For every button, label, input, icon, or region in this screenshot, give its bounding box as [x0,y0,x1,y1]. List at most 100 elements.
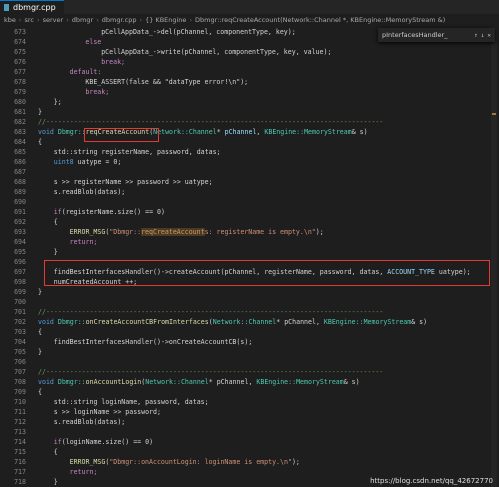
breadcrumb-separator-icon: › [96,16,99,24]
line-number: 675 [14,48,26,56]
code-line: 691 if(registerName.size() == 0) [0,207,499,217]
line-number: 704 [14,338,26,346]
line-number: 684 [14,138,26,146]
code-token: s.readBlob(datas); [53,188,126,196]
breadcrumb-item[interactable]: Dbmgr::reqCreateAccount(Network::Channel… [195,16,445,24]
code-text: findBestInterfacesHandler()->onCreateAcc… [54,337,253,347]
highlight-box-function-name [84,128,159,142]
find-input[interactable]: pInterfacesHandler_ [382,31,471,39]
code-line: 684 { [0,137,499,147]
tab-dbmgr-cpp[interactable]: dbmgr.cpp [0,0,64,14]
code-token: } [53,478,58,486]
line-number: 701 [14,308,26,316]
code-text: } [38,287,42,297]
breadcrumb-item[interactable]: kbe [4,16,16,24]
breadcrumb-item[interactable]: {} KBEngine [145,16,186,24]
code-text: { [54,447,58,457]
minimap-scrollbar[interactable] [491,27,497,487]
code-token: //--------------------------------------… [38,368,384,376]
code-token: "Dbmgr:: [109,228,142,236]
code-token: ERROR_MSG [69,228,106,236]
line-number: 718 [14,478,26,486]
line-number: 687 [14,168,26,176]
code-line: 715 { [0,447,499,457]
code-line: 702 void Dbmgr::onCreateAccountCBFromInte… [0,317,499,327]
code-token: { [53,218,58,226]
code-text: pCellAppData_->write(pChannel, component… [101,47,331,57]
line-number: 688 [14,178,26,186]
code-text: //--------------------------------------… [38,367,383,377]
line-number: 708 [14,378,26,386]
close-icon[interactable]: ✕ [487,32,491,39]
arrow-down-icon[interactable]: ↓ [481,32,485,39]
code-text: else [85,37,101,47]
code-line: 701 //-----------------------------------… [0,307,499,317]
code-token: KBEngine::MemoryStream [323,318,412,326]
code-token: ); [315,228,324,236]
code-line: 681} [0,107,499,117]
line-number: 685 [14,148,26,156]
code-line: 676 break; [0,57,499,67]
code-token: Network::Channel [212,318,277,326]
line-number: 700 [14,298,26,306]
code-token: return; [69,468,98,476]
code-token: s >> loginName >> password; [53,408,161,416]
line-number: 677 [14,68,26,76]
breadcrumb-separator-icon: › [18,16,22,24]
code-token: * [216,128,225,136]
code-text: s >> registerName >> password >> uatype; [54,177,213,187]
code-text: break; [101,57,125,67]
line-number: 690 [14,198,26,206]
code-line: 705} [0,347,499,357]
line-number: 706 [14,358,26,366]
code-token: Dbmgr:: [57,318,86,326]
code-line: 688 s >> registerName >> password >> uaty… [0,177,499,187]
line-number: 717 [14,468,26,476]
code-token: & s) [351,128,368,136]
breadcrumb-separator-icon: › [37,16,40,24]
code-token: else [85,38,102,46]
code-text: s.readBlob(datas); [54,187,125,197]
tab-bar: dbmgr.cpp [0,0,499,14]
arrow-up-icon[interactable]: ↑ [474,32,478,39]
code-text: KBE_ASSERT(false && "dataType error!\n")… [85,77,248,87]
breadcrumb-item[interactable]: dbmgr.cpp [102,16,137,24]
code-line: 710 std::string loginName, password, data… [0,397,499,407]
code-line: 699} [0,287,499,297]
code-line: 686 uint8 uatype = 0; [0,157,499,167]
code-line: 716 ERROR_MSG("Dbmgr::onAccountLogin: log… [0,457,499,467]
editor-window: dbmgr.cpp kbe › src › server › dbmgr › dbmgr.cpp… [0,0,499,487]
code-line: 694 return; [0,237,499,247]
code-text: } [38,347,42,357]
code-token: (registerName.size() == 0) [61,208,165,216]
code-line: 700 [0,297,499,307]
code-token: break; [85,88,110,96]
code-text: ERROR_MSG("Dbmgr::reqCreateAccounts: reg… [70,227,324,237]
breadcrumb-item[interactable]: server [43,16,64,24]
code-token: onCreateAccountCBFromInterfaces [85,318,209,326]
code-line: 703 { [0,327,499,337]
code-editor[interactable]: 673 pCellAppData_->del(pChannel, componen… [0,27,499,487]
code-line: 685 std::string registerName, password, d… [0,147,499,157]
code-token: Network::Channel [153,128,217,136]
code-line: 707 //-----------------------------------… [0,367,499,377]
code-text: { [38,387,42,397]
line-number: 686 [14,158,26,166]
line-number: 674 [14,38,26,46]
code-line: 713 [0,427,499,437]
code-token: & s) [411,318,428,326]
line-number: 712 [14,418,26,426]
code-token: * pChannel, [276,318,324,326]
cpp-file-icon [4,4,9,11]
code-line: 695} [0,247,499,257]
breadcrumb-item[interactable]: dbmgr [72,16,93,24]
code-line: 693 ERROR_MSG("Dbmgr::reqCreateAccounts: … [0,227,499,237]
code-token: { [38,138,42,146]
code-token: * pChannel, [208,378,257,386]
code-text: } [38,107,42,117]
code-token: Dbmgr:: [57,128,86,136]
breadcrumb-item[interactable]: src [25,16,35,24]
code-token: } [38,288,42,296]
code-token: reqCreateAccount [141,228,205,236]
line-number: 682 [14,118,26,126]
